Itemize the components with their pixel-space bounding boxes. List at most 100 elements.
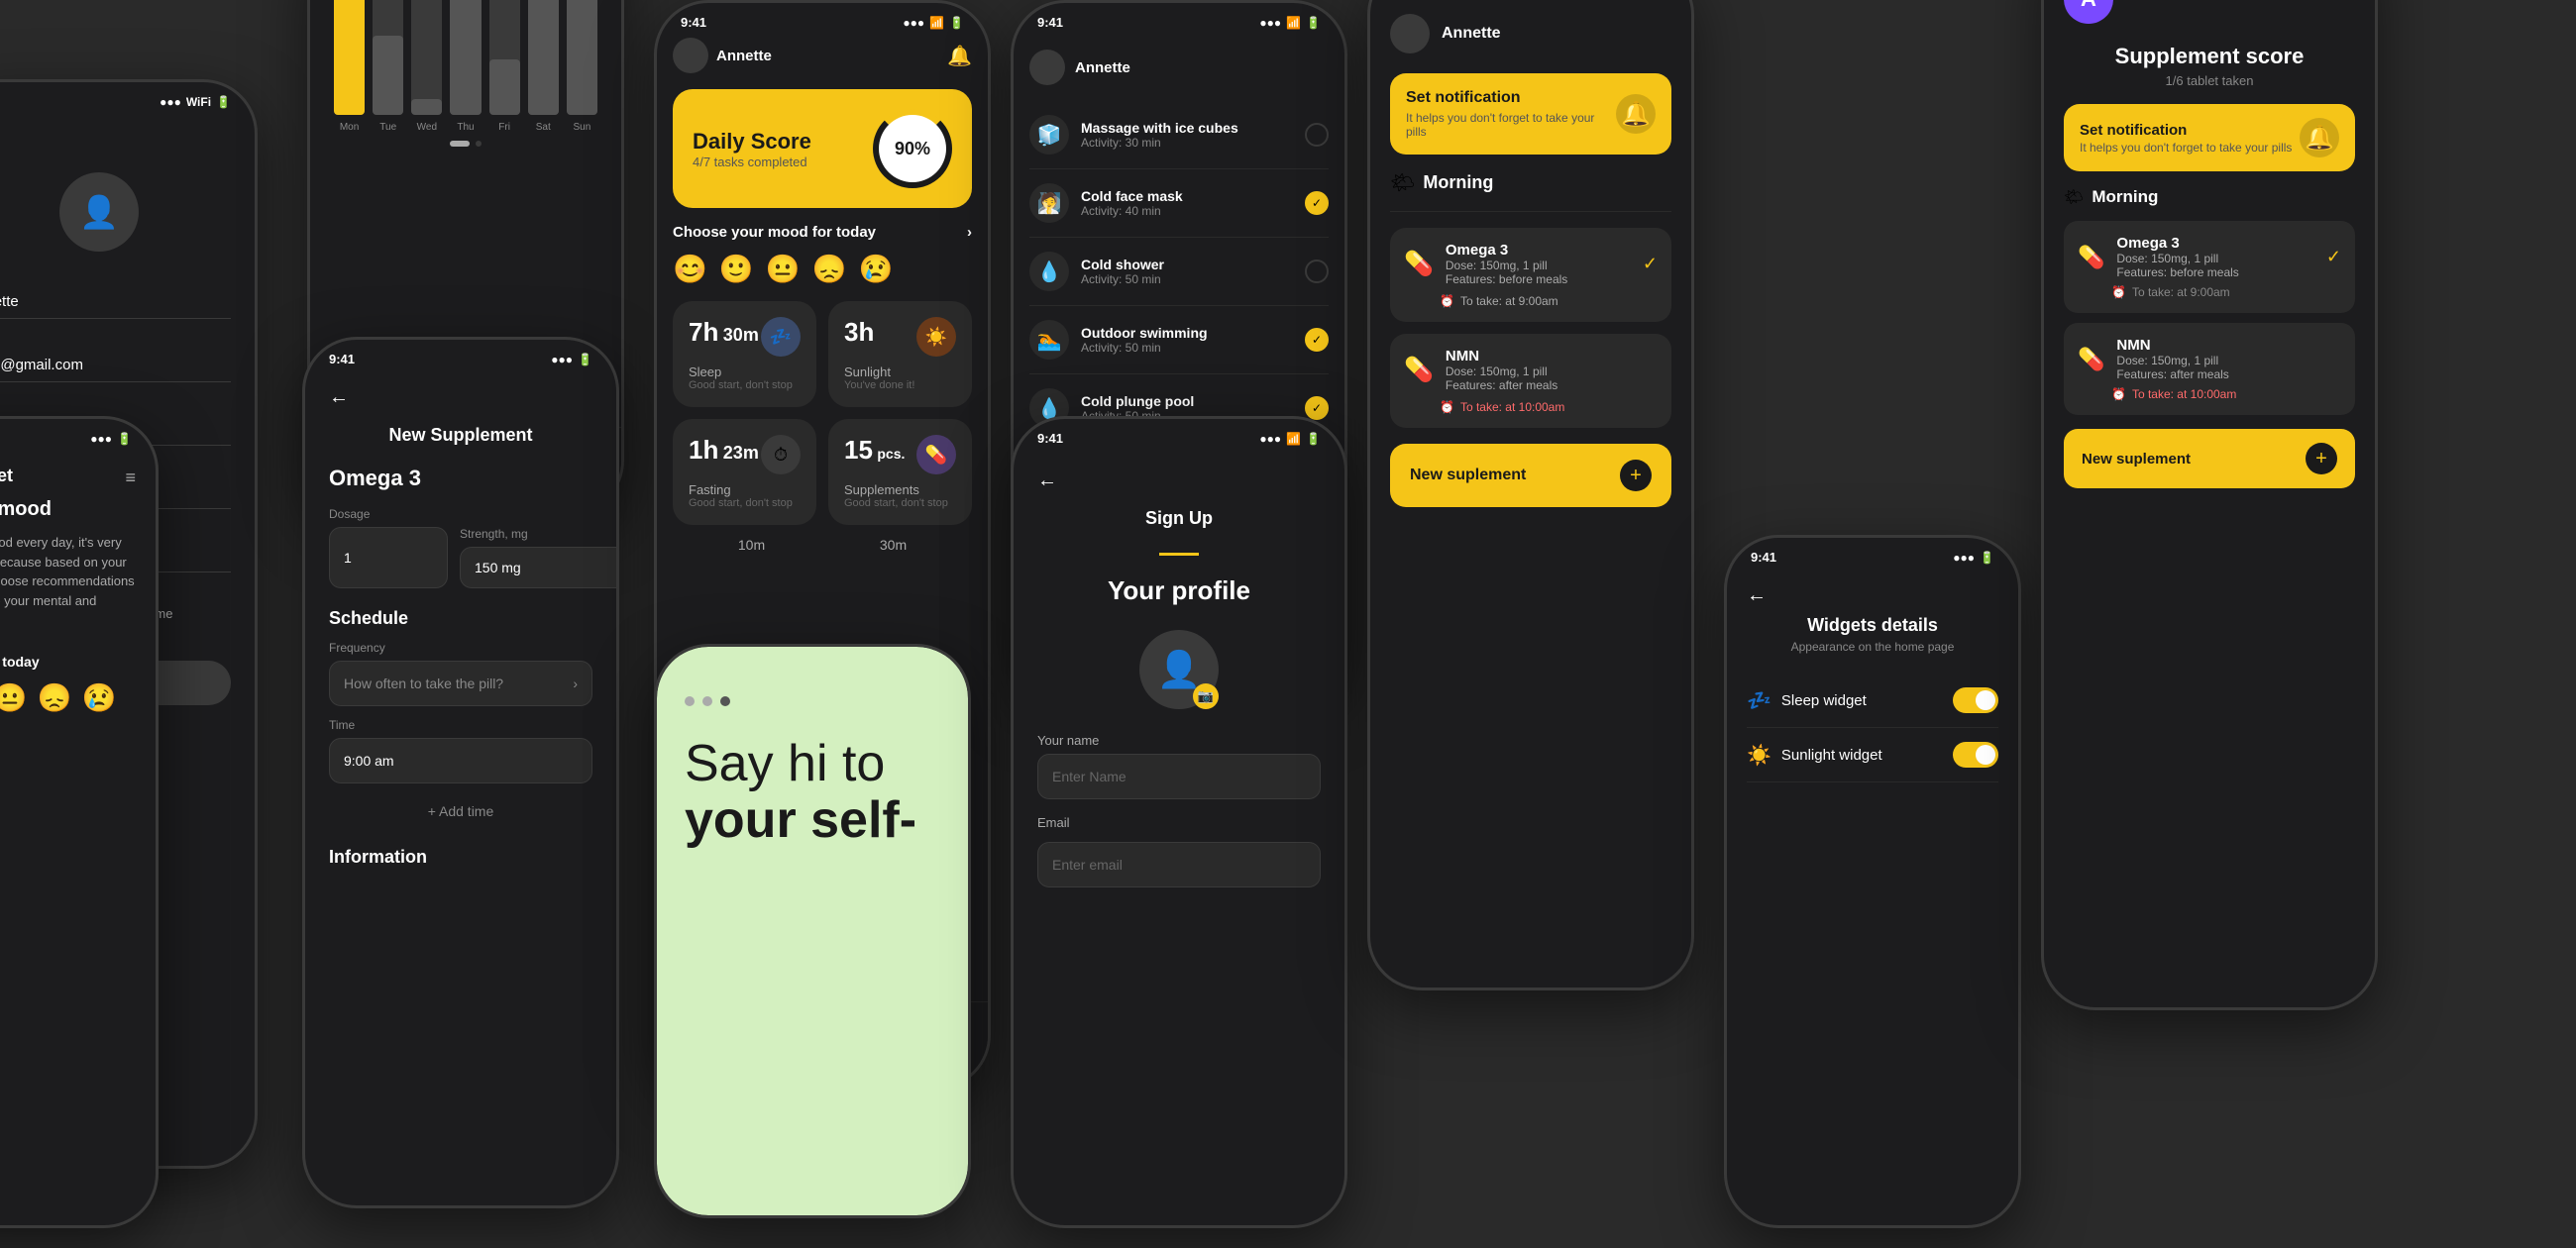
mood-chevron-icon: › xyxy=(967,224,972,241)
sunlight-widget-toggle[interactable] xyxy=(1953,742,1998,768)
bar-fri: 35% Fri xyxy=(489,0,520,133)
bell-icon: 🔔 xyxy=(1616,94,1656,134)
sleep-icon: 💤 xyxy=(761,317,801,357)
frequency-dropdown[interactable]: How often to take the pill? › xyxy=(329,661,592,706)
set-notif-card[interactable]: Set notification It helps you don't forg… xyxy=(2064,104,2355,171)
bar-chart: 100% Mon 50% Tue 10% Wed xyxy=(326,0,605,133)
back-button[interactable]: ← xyxy=(329,386,592,409)
phone-supplement-score: 9:41 ●●●📶🔋 A Supplement score 1/6 tablet… xyxy=(2041,0,2378,1010)
pill-nmn: 💊 NMN Dose: 150mg, 1 pill Features: afte… xyxy=(1390,334,1671,428)
mood-desc: Choose your mood every day, it's very im… xyxy=(0,533,136,630)
phone-new-supplement: 9:41 ●●●🔋 ← New Supplement Omega 3 Dosag… xyxy=(302,337,619,1208)
mood-very-sad[interactable]: 😢 xyxy=(859,253,894,285)
chevron-right-icon: › xyxy=(573,676,578,691)
shower-icon: 💧 xyxy=(1029,252,1069,291)
name-value[interactable]: Annette xyxy=(0,285,231,319)
supplement-score-taken: 1/6 tablet taken xyxy=(2064,73,2355,88)
score-nmn: 💊 NMN Dose: 150mg, 1 pill Features: afte… xyxy=(2064,323,2355,415)
time-p7: 9:41 xyxy=(1037,431,1063,446)
time-field[interactable]: 9:00 am xyxy=(329,738,592,783)
stats-grid: 7h 30m 💤 Sleep Good start, don't stop 3h… xyxy=(673,301,972,525)
score-header: A xyxy=(2064,0,2355,24)
email-input[interactable] xyxy=(1037,842,1321,887)
shower-check[interactable] xyxy=(1305,260,1329,283)
dosage-input[interactable] xyxy=(329,527,448,588)
sunlight-icon: ☀️ xyxy=(916,317,956,357)
frequency-placeholder: How often to take the pill? xyxy=(344,676,503,691)
swimming-check[interactable]: ✓ xyxy=(1305,328,1329,352)
mood-p9-neutral[interactable]: 😐 xyxy=(0,681,28,714)
name-input[interactable] xyxy=(1037,754,1321,799)
add-time-button[interactable]: + Add time xyxy=(329,795,592,827)
mood-title: Choose your mood for today xyxy=(673,224,876,241)
mood-today-label: Your mood for today xyxy=(0,654,136,670)
supplements-icon: 💊 xyxy=(916,435,956,474)
signup-back-button[interactable]: ← xyxy=(1037,469,1321,492)
frequency-label: Frequency xyxy=(329,641,592,655)
sunlight-widget-icon: ☀️ xyxy=(1747,743,1771,768)
mood-sad[interactable]: 😞 xyxy=(812,253,847,285)
strength-input[interactable] xyxy=(460,547,619,588)
facemask-check[interactable]: ✓ xyxy=(1305,191,1329,215)
email-value[interactable]: nette@gmail.com xyxy=(0,349,231,382)
supplement-score-title: Supplement score xyxy=(2064,44,2355,69)
profile-avatar: 👤 📷 xyxy=(1139,630,1219,709)
score-omega3: 💊 Omega 3 Dose: 150mg, 1 pill Features: … xyxy=(2064,221,2355,313)
sleep-widget-icon: 💤 xyxy=(1747,688,1771,713)
bar-mon: 100% Mon xyxy=(334,0,365,133)
massage-check[interactable] xyxy=(1305,123,1329,147)
mood-happy[interactable]: 😊 xyxy=(673,253,707,285)
plunge-check[interactable]: ✓ xyxy=(1305,396,1329,420)
email-label: Email xyxy=(0,331,231,345)
new-supplement-button[interactable]: New suplement + xyxy=(1390,444,1671,507)
camera-icon[interactable]: 📷 xyxy=(1193,683,1219,709)
score-omega3-icon: 💊 xyxy=(2078,245,2104,270)
mood-row: 😊 🙂 😐 😞 😢 xyxy=(0,681,136,714)
omega3-icon: 💊 xyxy=(1404,250,1434,278)
exercise-swimming: 🏊 Outdoor swimming Activity: 50 min ✓ xyxy=(1029,306,1329,374)
facemask-icon: 🧖 xyxy=(1029,183,1069,223)
mood-p9-very-sad[interactable]: 😢 xyxy=(82,681,117,714)
omega3-check[interactable]: ✓ xyxy=(1643,254,1658,274)
strength-label: Strength, mg xyxy=(460,527,619,541)
mood-neutral[interactable]: 😐 xyxy=(766,253,801,285)
widgets-title: Widgets details xyxy=(1747,615,1998,636)
sunlight-widget-name: Sunlight widget xyxy=(1781,747,1882,764)
avatar: 👤 xyxy=(59,172,139,252)
new-supplement-btn-p11[interactable]: New suplement + xyxy=(2064,429,2355,488)
notification-card[interactable]: Set notification It helps you don't forg… xyxy=(1390,73,1671,155)
onboard-dot-2 xyxy=(702,696,712,706)
bar-thu: 75% Thu xyxy=(450,0,481,133)
exercise-shower: 💧 Cold shower Activity: 50 min xyxy=(1029,238,1329,306)
phone-widgets-details: 9:41 ●●●🔋 ← Widgets details Appearance o… xyxy=(1724,535,2021,1228)
morning-label: Morning xyxy=(1423,172,1493,193)
exercise-user: Annette xyxy=(1075,59,1130,76)
name-label: Name xyxy=(0,267,231,281)
swimming-icon: 🏊 xyxy=(1029,320,1069,360)
time-label: Time xyxy=(329,718,592,732)
mood-subtitle: Everyday mood xyxy=(0,498,136,521)
notif-title: Set notification xyxy=(1406,89,1616,107)
widget-menu-icon[interactable]: ≡ xyxy=(125,468,136,488)
email-field-label: Email xyxy=(1037,815,1321,830)
new-supplement-label: New suplement xyxy=(1410,467,1526,484)
set-notif-bell-icon: 🔔 xyxy=(2300,118,2339,157)
notification-icon[interactable]: 🔔 xyxy=(947,44,972,68)
omega3-score-check[interactable]: ✓ xyxy=(2326,247,2341,267)
user-name: Annette xyxy=(1442,25,1501,43)
widgets-back-button[interactable]: ← xyxy=(1747,584,1998,607)
mood-p9-sad[interactable]: 😞 xyxy=(38,681,72,714)
sleep-widget-toggle[interactable] xyxy=(1953,687,1998,713)
omega3-time: ⏰To take: at 9:00am xyxy=(1404,294,1658,308)
morning-sun-icon: 🌤 xyxy=(1390,170,1415,195)
omega3-score-time: ⏰To take: at 9:00am xyxy=(2078,285,2341,299)
morning-section: 🌤 Morning xyxy=(1390,170,1671,212)
onboard-line2: your self- xyxy=(685,792,940,849)
user-avatar xyxy=(1390,14,1430,53)
massage-icon: 🧊 xyxy=(1029,115,1069,155)
score-avatar: A xyxy=(2064,0,2113,24)
mood-slight-smile[interactable]: 🙂 xyxy=(719,253,754,285)
new-supp-plus-icon-p11: + xyxy=(2306,443,2337,474)
fasting-icon: ⏱ xyxy=(761,435,801,474)
timer-2: 30m xyxy=(880,537,907,553)
